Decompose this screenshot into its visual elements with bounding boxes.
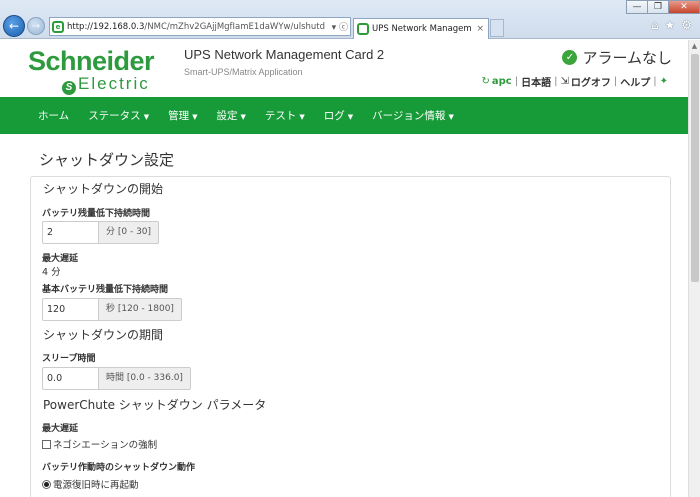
- max-delay-label: 最大遅延: [42, 254, 79, 264]
- divider: |: [554, 76, 558, 87]
- nav-item-logs[interactable]: ログ ▼: [324, 108, 353, 123]
- sleep-time-unit: 時間 [0.0 - 336.0]: [99, 367, 191, 390]
- scrollbar-thumb[interactable]: [691, 54, 699, 282]
- header-links: ↻ apc | 日本語 | ⇲ ログオフ | ヘルプ | ✦: [481, 74, 670, 89]
- back-button[interactable]: ←: [3, 15, 25, 37]
- section-title-period: シャットダウンの期間: [43, 328, 164, 342]
- home-icon[interactable]: ⌂: [651, 18, 659, 32]
- sleep-time-group: 0.0 時間 [0.0 - 336.0]: [42, 367, 191, 390]
- force-negotiation-label: ネゴシエーションの強制: [53, 440, 158, 451]
- logo-line1: Schneider: [28, 46, 155, 76]
- nav-item-configuration[interactable]: 設定 ▼: [216, 108, 245, 123]
- divider: |: [613, 76, 618, 87]
- language-link[interactable]: 日本語: [521, 74, 551, 89]
- schneider-electric-logo[interactable]: Schneider S Electric: [28, 47, 168, 95]
- main-nav: ホーム ステータス ▼ 管理 ▼ 設定 ▼ テスト ▼ ログ ▼ バージョン情報 ▼: [0, 97, 688, 134]
- vertical-scrollbar[interactable]: ▲: [688, 40, 700, 497]
- app-name: UPS Network Management Card 2: [184, 47, 385, 62]
- basic-low-battery-duration-input[interactable]: 120: [42, 298, 99, 321]
- powerchute-max-delay-label: 最大遅延: [42, 424, 79, 434]
- logout-icon: ⇲: [560, 76, 569, 87]
- divider: |: [514, 76, 519, 87]
- tab-title: UPS Network Managem...: [372, 24, 473, 34]
- checkmark-icon: ✓: [562, 50, 578, 65]
- pin-icon[interactable]: ✦: [660, 76, 668, 87]
- caret-down-icon: ▼: [448, 113, 454, 121]
- apc-link[interactable]: apc: [492, 76, 512, 87]
- restart-on-power-return-label: 電源復旧時に再起動: [53, 480, 139, 491]
- browser-toolbar-icons: ⌂ ★ ⚙: [651, 18, 692, 32]
- low-battery-duration-unit: 分 [0 - 30]: [99, 221, 160, 244]
- help-link[interactable]: ヘルプ: [620, 74, 650, 89]
- restart-on-power-return-option[interactable]: 電源復旧時に再起動: [42, 477, 139, 491]
- address-controls[interactable]: ▾ ⓒ: [330, 20, 350, 33]
- caret-down-icon: ▼: [143, 113, 150, 121]
- section-title-start: シャットダウンの開始: [43, 182, 164, 196]
- browser-chrome: — ❐ ✕ ← → e http://192.168.0.3/NMC/mZhv2…: [0, 0, 700, 39]
- logo-line2: S Electric: [62, 75, 168, 95]
- nav-item-control[interactable]: 管理 ▼: [168, 108, 197, 123]
- app-subtitle: Smart-UPS/Matrix Application: [184, 67, 303, 77]
- settings-gear-icon[interactable]: ⚙: [681, 18, 692, 32]
- logout-link[interactable]: ログオフ: [571, 74, 611, 89]
- new-tab-button[interactable]: [490, 19, 504, 37]
- low-battery-duration-input[interactable]: 2: [42, 221, 99, 244]
- nav-item-tests[interactable]: テスト ▼: [265, 108, 305, 123]
- basic-low-battery-duration-unit: 秒 [120 - 1800]: [99, 298, 182, 321]
- restart-on-power-return-radio[interactable]: [42, 479, 51, 489]
- basic-low-battery-duration-group: 120 秒 [120 - 1800]: [42, 298, 182, 321]
- browser-tab[interactable]: UPS Network Managem... ×: [353, 18, 489, 39]
- battery-shutdown-action-label: バッテリ作動時のシャットダウン動作: [42, 463, 196, 473]
- nav-item-about[interactable]: バージョン情報 ▼: [372, 108, 454, 123]
- section-title-powerchute: PowerChute シャットダウン パラメータ: [43, 398, 267, 412]
- sleep-time-input[interactable]: 0.0: [42, 367, 99, 390]
- favorites-star-icon[interactable]: ★: [664, 18, 675, 32]
- caret-down-icon: ▼: [240, 113, 246, 121]
- address-bar[interactable]: e http://192.168.0.3/NMC/mZhv2GAjjMgfIam…: [49, 17, 351, 36]
- page-title: シャットダウン設定: [39, 151, 175, 169]
- low-battery-duration-group: 2 分 [0 - 30]: [42, 221, 160, 244]
- minimize-button[interactable]: —: [626, 0, 648, 14]
- sleep-time-label: スリープ時間: [42, 354, 96, 364]
- apc-refresh-icon: ↻: [481, 76, 490, 87]
- low-battery-duration-label: バッテリ残量低下持続時間: [42, 209, 151, 219]
- basic-low-battery-duration-label: 基本バッテリ残量低下持続時間: [42, 285, 169, 295]
- max-delay-value: 4 分: [42, 267, 61, 278]
- force-negotiation-option[interactable]: ネゴシエーションの強制: [42, 437, 157, 451]
- arrow-right-icon: →: [31, 20, 41, 32]
- caret-down-icon: ▼: [192, 113, 198, 121]
- caret-down-icon: ▼: [299, 113, 305, 121]
- web-page: Schneider S Electric UPS Network Manageme…: [0, 40, 688, 497]
- tab-close-button[interactable]: ×: [472, 24, 488, 34]
- forward-button[interactable]: →: [27, 17, 45, 35]
- alarm-status[interactable]: ✓ アラームなし: [562, 47, 672, 68]
- logo-mark-icon: S: [62, 81, 76, 95]
- scroll-up-icon[interactable]: ▲: [689, 40, 700, 52]
- close-window-button[interactable]: ✕: [668, 0, 700, 14]
- maximize-button[interactable]: ❐: [647, 0, 669, 14]
- divider: |: [653, 76, 657, 87]
- nav-item-status[interactable]: ステータス ▼: [88, 108, 149, 123]
- alarm-status-text: アラームなし: [582, 49, 672, 67]
- caret-down-icon: ▼: [347, 113, 354, 121]
- site-favicon-icon: e: [52, 20, 64, 33]
- force-negotiation-checkbox[interactable]: [42, 439, 51, 449]
- nav-item-home[interactable]: ホーム: [38, 108, 69, 123]
- tab-favicon-icon: [357, 23, 369, 35]
- window-controls: — ❐ ✕: [626, 0, 700, 14]
- address-url[interactable]: http://192.168.0.3/NMC/mZhv2GAjjMgfIamE1…: [67, 22, 330, 32]
- arrow-left-icon: ←: [8, 19, 20, 33]
